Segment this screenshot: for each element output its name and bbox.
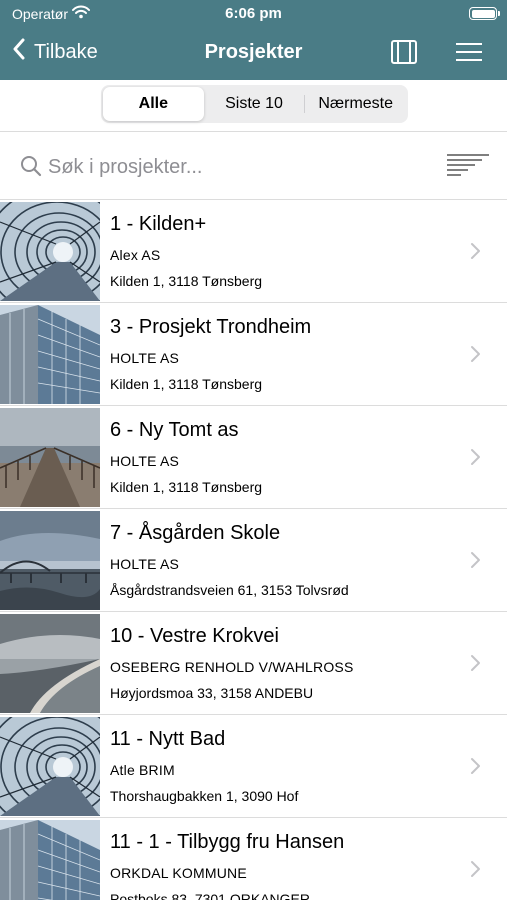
chevron-right-icon (470, 345, 482, 368)
project-row[interactable]: 1 - Kilden+ Alex AS Kilden 1, 3118 Tønsber… (0, 200, 507, 303)
project-row[interactable]: 6 - Ny Tomt as HOLTE AS Kilden 1, 3118 Tøn… (0, 406, 507, 509)
project-address: Kilden 1, 3118 Tønsberg (110, 376, 263, 392)
project-title: 11 - Nytt Bad (110, 728, 226, 750)
project-address: Åsgårdstrandsveien 61, 3153 Tolvsrød (110, 582, 349, 598)
project-company: HOLTE AS (110, 556, 180, 572)
project-title: 1 - Kilden+ (110, 213, 207, 235)
project-row[interactable]: 10 - Vestre Krokvei OSEBERG RENHOLD V/WAH… (0, 612, 507, 715)
chevron-right-icon (470, 860, 482, 883)
battery-fill (471, 9, 495, 18)
project-address: Thorshaugbakken 1, 3090 Hof (110, 788, 299, 804)
project-address: Postboks 83, 7301 ORKANGER (110, 891, 310, 900)
project-row[interactable]: 11 - Nytt Bad Atle BRIM Thorshaugbakken 1,… (0, 715, 507, 818)
chevron-right-icon (470, 654, 482, 677)
chevron-right-icon (470, 757, 482, 780)
navigation-bar: Tilbake Prosjekter (0, 28, 507, 80)
project-company: Atle BRIM (110, 762, 175, 778)
search-input[interactable] (48, 153, 418, 181)
project-company: HOLTE AS (110, 350, 180, 366)
chevron-right-icon (470, 551, 482, 574)
chevron-right-icon (470, 242, 482, 265)
project-company: Alex AS (110, 247, 161, 263)
segment-all[interactable]: Alle (103, 87, 204, 121)
project-title: 11 - 1 - Tilbygg fru Hansen (110, 831, 345, 853)
project-row[interactable]: 3 - Prosjekt Trondheim HOLTE AS Kilden 1, … (0, 303, 507, 406)
project-company: HOLTE AS (110, 453, 180, 469)
project-address: Kilden 1, 3118 Tønsberg (110, 273, 263, 289)
top-bar: Operatør 6:06 pm Tilbake Prosjekter (0, 0, 507, 80)
sort-icon[interactable] (446, 153, 490, 184)
project-title: 10 - Vestre Krokvei (110, 625, 279, 647)
battery-icon (469, 7, 500, 20)
project-row[interactable]: 11 - 1 - Tilbygg fru Hansen ORKDAL KOMMUN… (0, 818, 507, 900)
segmented-control: Alle Siste 10 Nærmeste (101, 85, 408, 123)
project-thumbnail (0, 202, 100, 301)
project-row[interactable]: 7 - Åsgården Skole HOLTE AS Åsgårdstrandsv… (0, 509, 507, 612)
battery-tip (498, 11, 500, 16)
project-address: Høyjordsmoa 33, 3158 ANDEBU (110, 685, 314, 701)
project-title: 7 - Åsgården Skole (110, 522, 281, 544)
book-icon[interactable] (389, 37, 419, 72)
filter-bar: Alle Siste 10 Nærmeste (0, 80, 507, 132)
project-thumbnail (0, 614, 100, 713)
project-thumbnail (0, 511, 100, 610)
status-time: 6:06 pm (225, 5, 282, 22)
project-thumbnail (0, 717, 100, 816)
segment-nearest[interactable]: Nærmeste (305, 87, 406, 121)
project-thumbnail (0, 305, 100, 404)
chevron-right-icon (470, 448, 482, 471)
menu-icon[interactable] (454, 37, 484, 72)
project-thumbnail (0, 408, 100, 507)
project-address: Kilden 1, 3118 Tønsberg (110, 479, 263, 495)
project-company: OSEBERG RENHOLD V/WAHLROSS (110, 659, 354, 675)
segment-last-10[interactable]: Siste 10 (204, 87, 305, 121)
project-thumbnail (0, 820, 100, 900)
page-title: Prosjekter (204, 41, 303, 63)
search-bar (0, 133, 507, 200)
project-company: ORKDAL KOMMUNE (110, 865, 247, 881)
project-list: 1 - Kilden+ Alex AS Kilden 1, 3118 Tønsber… (0, 200, 507, 900)
status-bar: Operatør 6:06 pm (0, 0, 507, 28)
project-title: 6 - Ny Tomt as (110, 419, 239, 441)
search-icon (20, 155, 42, 182)
project-title: 3 - Prosjekt Trondheim (110, 316, 312, 338)
